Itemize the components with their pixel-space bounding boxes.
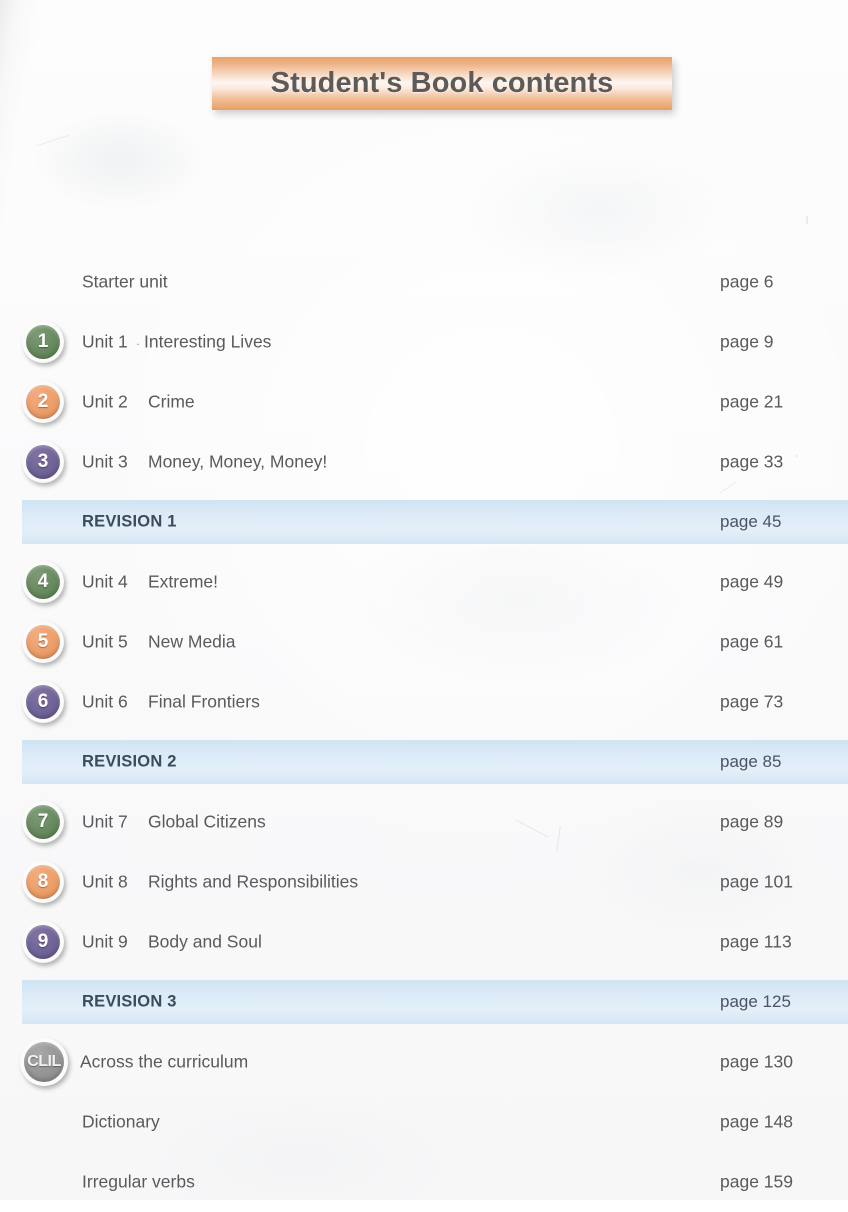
list-item[interactable]: 1 Unit 1 · Interesting Lives page 9 bbox=[0, 312, 848, 372]
revision-page: page 125 bbox=[720, 992, 791, 1011]
unit-tag: Unit 6 bbox=[82, 691, 128, 712]
list-item[interactable]: 7 Unit 7 Global Citizens page 89 bbox=[0, 792, 848, 852]
entry-page: page 159 bbox=[720, 1171, 793, 1192]
entry-page: page 9 bbox=[720, 331, 774, 352]
list-item[interactable]: 8 Unit 8 Rights and Responsibilities pag… bbox=[0, 852, 848, 912]
unit-number-badge: 7 bbox=[22, 801, 64, 843]
page-title-banner: Student's Book contents bbox=[212, 57, 672, 110]
list-item[interactable]: 6 Unit 6 Final Frontiers page 73 bbox=[0, 672, 848, 732]
entry-page: page 73 bbox=[720, 691, 784, 712]
unit-title: Crime bbox=[148, 391, 195, 412]
entry-page: page 61 bbox=[720, 631, 784, 652]
unit-number: 2 bbox=[26, 385, 60, 419]
entry-title: Unit 7 Global Citizens bbox=[82, 812, 266, 833]
page-title: Student's Book contents bbox=[270, 67, 614, 99]
entry-title: Unit 1 · Interesting Lives bbox=[82, 332, 271, 353]
unit-number-badge: 9 bbox=[22, 921, 64, 963]
unit-number-badge: 4 bbox=[22, 561, 64, 603]
revision-band[interactable]: REVISION 2 page 85 bbox=[22, 740, 848, 784]
revision-label: REVISION 3 bbox=[82, 992, 177, 1011]
revision-band[interactable]: REVISION 3 page 125 bbox=[22, 980, 848, 1024]
unit-tag: Unit 9 bbox=[82, 931, 128, 952]
unit-number: 9 bbox=[26, 925, 60, 959]
list-item[interactable]: CLIL Across the curriculum page 130 bbox=[0, 1032, 848, 1092]
unit-number-badge: 5 bbox=[22, 621, 64, 663]
list-item[interactable]: Irregular verbs page 159 bbox=[0, 1152, 848, 1212]
entry-page: page 113 bbox=[720, 931, 792, 952]
clil-label: CLIL bbox=[24, 1042, 64, 1082]
revision-label: REVISION 1 bbox=[82, 512, 177, 531]
entry-title: Dictionary bbox=[82, 1111, 160, 1132]
unit-tag: Unit 7 bbox=[82, 811, 128, 832]
clil-icon: CLIL bbox=[20, 1038, 68, 1086]
entry-page: page 49 bbox=[720, 571, 784, 592]
unit-tag: Unit 8 bbox=[82, 871, 128, 892]
entry-title: Starter unit bbox=[82, 271, 168, 292]
revision-band[interactable]: REVISION 1 page 45 bbox=[22, 500, 848, 544]
entry-title: Irregular verbs bbox=[82, 1171, 195, 1192]
entry-page: page 33 bbox=[720, 451, 784, 472]
entry-page: page 89 bbox=[720, 811, 784, 832]
list-item[interactable]: 2 Unit 2 Crime page 21 bbox=[0, 372, 848, 432]
list-item[interactable]: Starter unit page 6 bbox=[0, 252, 848, 312]
unit-title: Global Citizens bbox=[148, 811, 266, 832]
entry-page: page 101 bbox=[720, 871, 793, 892]
entry-title: Unit 3 Money, Money, Money! bbox=[82, 452, 327, 473]
unit-tag: Unit 3 bbox=[82, 451, 128, 472]
unit-title: Interesting Lives bbox=[144, 331, 272, 352]
entry-title: Unit 9 Body and Soul bbox=[82, 932, 262, 953]
entry-page: page 6 bbox=[720, 271, 774, 292]
list-item[interactable]: 4 Unit 4 Extreme! page 49 bbox=[0, 552, 848, 612]
unit-title: Money, Money, Money! bbox=[148, 451, 328, 472]
unit-number: 4 bbox=[26, 565, 60, 599]
revision-page: page 45 bbox=[720, 512, 782, 531]
list-item[interactable]: 5 Unit 5 New Media page 61 bbox=[0, 612, 848, 672]
unit-dot-artifact: · bbox=[136, 336, 140, 351]
unit-number-badge: 3 bbox=[22, 441, 64, 483]
entry-title: Unit 8 Rights and Responsibilities bbox=[82, 872, 358, 893]
revision-label: REVISION 2 bbox=[82, 752, 177, 771]
unit-number: 8 bbox=[26, 865, 60, 899]
unit-title: New Media bbox=[148, 631, 236, 652]
entry-page: page 21 bbox=[720, 391, 784, 412]
entry-title: Unit 2 Crime bbox=[82, 392, 195, 413]
unit-title: Extreme! bbox=[148, 571, 219, 592]
entry-title: Unit 5 New Media bbox=[82, 632, 236, 653]
unit-title: Body and Soul bbox=[148, 931, 262, 952]
entry-title: Unit 6 Final Frontiers bbox=[82, 692, 260, 713]
unit-number-badge: 2 bbox=[22, 381, 64, 423]
unit-number-badge: 6 bbox=[22, 681, 64, 723]
list-item[interactable]: Dictionary page 148 bbox=[0, 1092, 848, 1152]
unit-number: 1 bbox=[26, 325, 60, 359]
unit-title: Rights and Responsibilities bbox=[148, 871, 359, 892]
unit-title: Final Frontiers bbox=[148, 691, 260, 712]
entry-title: Unit 4 Extreme! bbox=[82, 572, 218, 593]
unit-tag: Unit 2 bbox=[82, 391, 128, 412]
revision-page: page 85 bbox=[720, 752, 782, 771]
entry-page: page 130 bbox=[720, 1051, 793, 1072]
unit-number: 5 bbox=[26, 625, 60, 659]
unit-number: 7 bbox=[26, 805, 60, 839]
contents-list: Starter unit page 6 1 Unit 1 · Interesti… bbox=[0, 252, 848, 1212]
unit-number-badge: 8 bbox=[22, 861, 64, 903]
entry-title: Across the curriculum bbox=[80, 1051, 249, 1072]
unit-number: 6 bbox=[26, 685, 60, 719]
list-item[interactable]: 9 Unit 9 Body and Soul page 113 bbox=[0, 912, 848, 972]
unit-tag: Unit 4 bbox=[82, 571, 128, 592]
unit-number-badge: 1 bbox=[22, 321, 64, 363]
entry-page: page 148 bbox=[720, 1111, 793, 1132]
list-item[interactable]: 3 Unit 3 Money, Money, Money! page 33 bbox=[0, 432, 848, 492]
unit-number: 3 bbox=[26, 445, 60, 479]
unit-tag: Unit 5 bbox=[82, 631, 128, 652]
